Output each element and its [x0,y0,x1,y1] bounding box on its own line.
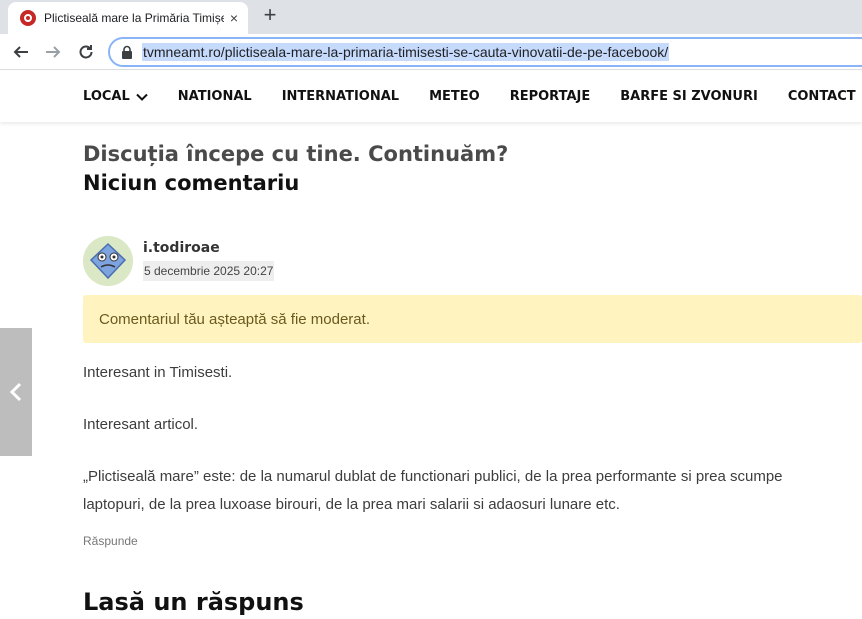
avatar [83,236,133,286]
favicon-icon [20,10,36,26]
comment-date[interactable]: 5 decembrie 2025 20:27 [143,261,275,281]
nav-item-meteo[interactable]: METEO [429,89,480,104]
chevron-left-icon [9,382,22,402]
comments-section: Discuția începe cu tine. Continuăm? Nici… [83,140,862,616]
browser-toolbar: tvmneamt.ro/plictiseala-mare-la-primaria… [0,34,862,70]
lock-icon [122,45,132,59]
nav-item-international[interactable]: INTERNATIONAL [282,89,399,104]
address-bar[interactable]: tvmneamt.ro/plictiseala-mare-la-primaria… [108,37,862,67]
nav-item-contact[interactable]: CONTACT [788,89,856,104]
nav-item-local[interactable]: LOCAL [83,89,148,104]
site-nav: LOCAL NATIONAL INTERNATIONAL METEO REPOR… [0,71,862,122]
browser-tab[interactable]: Plictiseală mare la Primăria Timișești s… [8,2,248,34]
reload-icon [79,45,93,59]
nav-item-national[interactable]: NATIONAL [178,89,252,104]
comment-paragraph: Interesant articol. [83,416,199,433]
discussion-heading: Discuția începe cu tine. Continuăm? [83,142,509,166]
forward-button[interactable] [40,39,66,65]
url-text: tvmneamt.ro/plictiseala-mare-la-primaria… [142,43,670,61]
back-button[interactable] [8,39,34,65]
reply-link[interactable]: Răspunde [83,534,138,548]
reload-button[interactable] [73,39,99,65]
forward-arrow-icon [46,46,61,58]
close-icon[interactable]: × [230,10,238,26]
comment-count-heading: Niciun comentariu [83,171,300,195]
nav-item-reportaje[interactable]: REPORTAJE [510,89,591,104]
chevron-down-icon [136,93,148,101]
tab-title: Plictiseală mare la Primăria Timișești s… [44,11,224,25]
comment-header: i.todiroae 5 decembrie 2025 20:27 [83,236,862,286]
plus-icon[interactable]: + [258,4,282,28]
previous-article-button[interactable] [0,328,32,456]
back-arrow-icon [13,46,28,58]
nav-item-barfe-si-zvonuri[interactable]: BARFE SI ZVONURI [620,89,758,104]
tab-bar: Plictiseală mare la Primăria Timișești s… [0,0,862,34]
nav-item-label: LOCAL [83,89,130,104]
comment-paragraph: Interesant in Timisesti. [83,364,233,381]
comment-author[interactable]: i.todiroae [143,240,220,256]
comment-paragraph: „Plictiseală mare” este: de la numarul d… [83,468,783,513]
leave-reply-heading: Lasă un răspuns [83,588,304,616]
moderation-notice: Comentariul tău așteaptă să fie moderat. [83,295,862,343]
